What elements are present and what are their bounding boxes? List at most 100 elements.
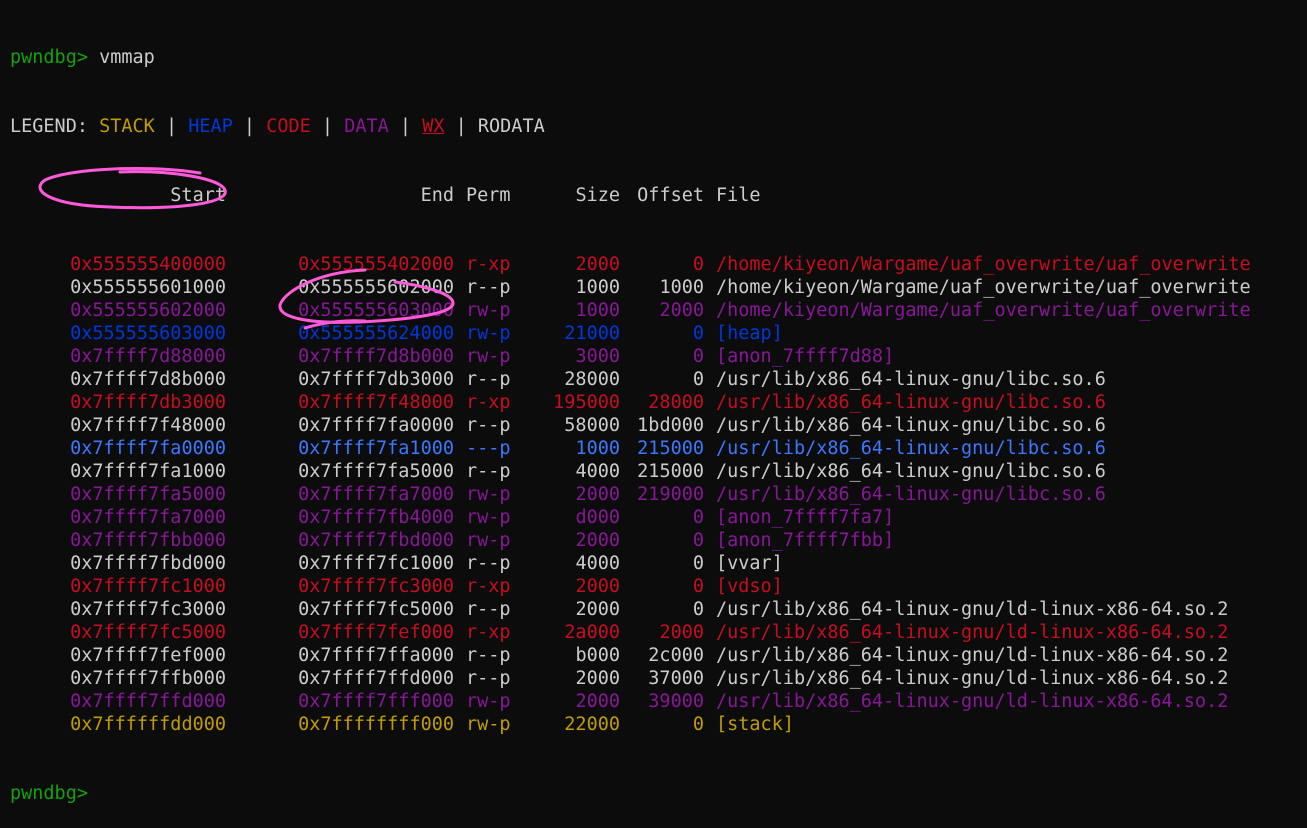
row-permissions: rw-p xyxy=(466,530,511,551)
memory-map-rows: 0x555555400000 0x555555402000 r-xp 2000 0/ho… xyxy=(10,253,1251,736)
row-offset: 0 xyxy=(692,323,704,344)
row-permissions: r-xp xyxy=(466,576,511,597)
row-file: /usr/lib/x86_64-linux-gnu/libc.so.6 xyxy=(716,392,1106,413)
row-offset: 0 xyxy=(692,369,704,390)
row-file: /home/kiyeon/Wargame/uaf_overwrite/uaf_o… xyxy=(716,300,1251,321)
row-file: /usr/lib/x86_64-linux-gnu/ld-linux-x86-6… xyxy=(716,599,1229,620)
prompt: pwndbg> xyxy=(10,783,88,804)
row-permissions: r-xp xyxy=(466,254,511,275)
terminal-output[interactable]: pwndbg> vmmap LEGEND: STACK | HEAP | COD… xyxy=(10,0,1251,828)
row-size: 195000 xyxy=(553,392,620,413)
row-start-address: 0x7ffff7fa1000 xyxy=(70,461,226,482)
row-start-address: 0x7ffff7d8b000 xyxy=(70,369,226,390)
legend-heap: HEAP xyxy=(188,116,233,137)
row-size: 22000 xyxy=(564,714,620,735)
memory-map-row: 0x7ffff7fa5000 0x7ffff7fa7000 rw-p 2000 2190… xyxy=(10,483,1251,506)
row-permissions: r--p xyxy=(466,668,511,689)
row-size: 2a000 xyxy=(564,622,620,643)
row-end-address: 0x7ffff7ffa000 xyxy=(298,645,454,666)
row-end-address: 0x7ffff7ffd000 xyxy=(298,668,454,689)
row-end-address: 0x7ffffffff000 xyxy=(298,714,454,735)
row-end-address: 0x7ffff7fa1000 xyxy=(298,438,454,459)
legend-code: CODE xyxy=(266,116,311,137)
memory-map-row: 0x7ffff7fa7000 0x7ffff7fb4000 rw-p d000 0 [an… xyxy=(10,506,1251,529)
header-end: End xyxy=(420,185,454,206)
memory-map-row: 0x7ffff7d8b000 0x7ffff7db3000 r--p 28000 0/u… xyxy=(10,368,1251,391)
memory-map-row: 0x7ffff7fbb000 0x7ffff7fbd000 rw-p 2000 0 [an… xyxy=(10,529,1251,552)
row-permissions: r-xp xyxy=(466,622,511,643)
row-end-address: 0x555555624000 xyxy=(298,323,454,344)
row-end-address: 0x7ffff7fa7000 xyxy=(298,484,454,505)
row-permissions: r--p xyxy=(466,369,511,390)
row-start-address: 0x7ffffffdd000 xyxy=(70,714,226,735)
row-size: 21000 xyxy=(564,323,620,344)
row-offset: 2000 xyxy=(659,622,704,643)
row-file: [anon_7ffff7d88] xyxy=(716,346,895,367)
legend-sep: | xyxy=(154,116,189,137)
row-start-address: 0x555555400000 xyxy=(70,254,226,275)
row-end-address: 0x7ffff7fb4000 xyxy=(298,507,454,528)
row-start-address: 0x7ffff7fc3000 xyxy=(70,599,226,620)
row-size: 4000 xyxy=(575,461,620,482)
row-file: /usr/lib/x86_64-linux-gnu/ld-linux-x86-6… xyxy=(716,691,1229,712)
row-size: 58000 xyxy=(564,415,620,436)
command-line: pwndbg> vmmap xyxy=(10,46,1251,69)
row-file: [vdso] xyxy=(716,576,783,597)
row-size: 2000 xyxy=(575,599,620,620)
row-permissions: r-xp xyxy=(466,392,511,413)
legend-sep: | xyxy=(388,116,423,137)
memory-map-row: 0x555555400000 0x555555402000 r-xp 2000 0/ho… xyxy=(10,253,1251,276)
memory-map-row: 0x7ffff7fc1000 0x7ffff7fc3000 r-xp 2000 0 [vd… xyxy=(10,575,1251,598)
row-start-address: 0x7ffff7fa0000 xyxy=(70,438,226,459)
row-end-address: 0x7ffff7fc5000 xyxy=(298,599,454,620)
legend-sep: | xyxy=(444,116,478,137)
header-file: File xyxy=(716,185,761,206)
row-file: /usr/lib/x86_64-linux-gnu/ld-linux-x86-6… xyxy=(716,622,1229,643)
row-offset: 0 xyxy=(692,507,704,528)
row-end-address: 0x555555603000 xyxy=(298,300,454,321)
row-offset: 0 xyxy=(692,599,704,620)
memory-map-row: 0x7ffff7fbd000 0x7ffff7fc1000 r--p 4000 0 [vv… xyxy=(10,552,1251,575)
row-size: 1000 xyxy=(575,300,620,321)
row-permissions: rw-p xyxy=(466,346,511,367)
row-start-address: 0x555555603000 xyxy=(70,323,226,344)
row-file: [stack] xyxy=(716,714,794,735)
row-size: 2000 xyxy=(575,576,620,597)
row-offset: 0 xyxy=(692,346,704,367)
memory-map-row: 0x7ffff7f48000 0x7ffff7fa0000 r--p 58000 1bd… xyxy=(10,414,1251,437)
row-start-address: 0x7ffff7d88000 xyxy=(70,346,226,367)
row-start-address: 0x7ffff7fc5000 xyxy=(70,622,226,643)
row-file: /usr/lib/x86_64-linux-gnu/libc.so.6 xyxy=(716,369,1106,390)
row-size: 1000 xyxy=(575,277,620,298)
memory-map-row: 0x7ffff7fef000 0x7ffff7ffa000 r--p b000 2c00… xyxy=(10,644,1251,667)
memory-map-row: 0x555555603000 0x555555624000 rw-p 21000 0 [h… xyxy=(10,322,1251,345)
row-file: /home/kiyeon/Wargame/uaf_overwrite/uaf_o… xyxy=(716,277,1251,298)
legend-wx: WX xyxy=(422,116,445,137)
memory-map-row: 0x555555602000 0x555555603000 rw-p 1000 2000… xyxy=(10,299,1251,322)
row-file: [vvar] xyxy=(716,553,783,574)
row-offset: 37000 xyxy=(648,668,704,689)
row-permissions: r--p xyxy=(466,645,511,666)
table-header: Start End Perm Size Offset File xyxy=(10,184,1251,207)
row-size: 28000 xyxy=(564,369,620,390)
row-permissions: ---p xyxy=(466,438,511,459)
row-end-address: 0x7ffff7d8b000 xyxy=(298,346,454,367)
row-start-address: 0x7ffff7fa5000 xyxy=(70,484,226,505)
row-permissions: rw-p xyxy=(466,691,511,712)
row-permissions: r--p xyxy=(466,277,511,298)
legend-sep: | xyxy=(310,116,345,137)
row-size: 3000 xyxy=(575,346,620,367)
row-start-address: 0x7ffff7ffb000 xyxy=(70,668,226,689)
row-size: 2000 xyxy=(575,668,620,689)
memory-map-row: 0x7ffffffdd000 0x7ffffffff000 rw-p 22000 0 [s… xyxy=(10,713,1251,736)
row-file: /usr/lib/x86_64-linux-gnu/libc.so.6 xyxy=(716,415,1106,436)
row-file: /usr/lib/x86_64-linux-gnu/libc.so.6 xyxy=(716,461,1106,482)
header-perm: Perm xyxy=(466,185,511,206)
row-size: b000 xyxy=(575,645,620,666)
row-size: 2000 xyxy=(575,530,620,551)
row-offset: 1bd000 xyxy=(637,415,704,436)
legend-label: LEGEND: xyxy=(10,116,88,137)
row-size: d000 xyxy=(575,507,620,528)
legend-line: LEGEND: STACK | HEAP | CODE | DATA | WX … xyxy=(10,115,1251,138)
header-start: Start xyxy=(170,185,226,206)
